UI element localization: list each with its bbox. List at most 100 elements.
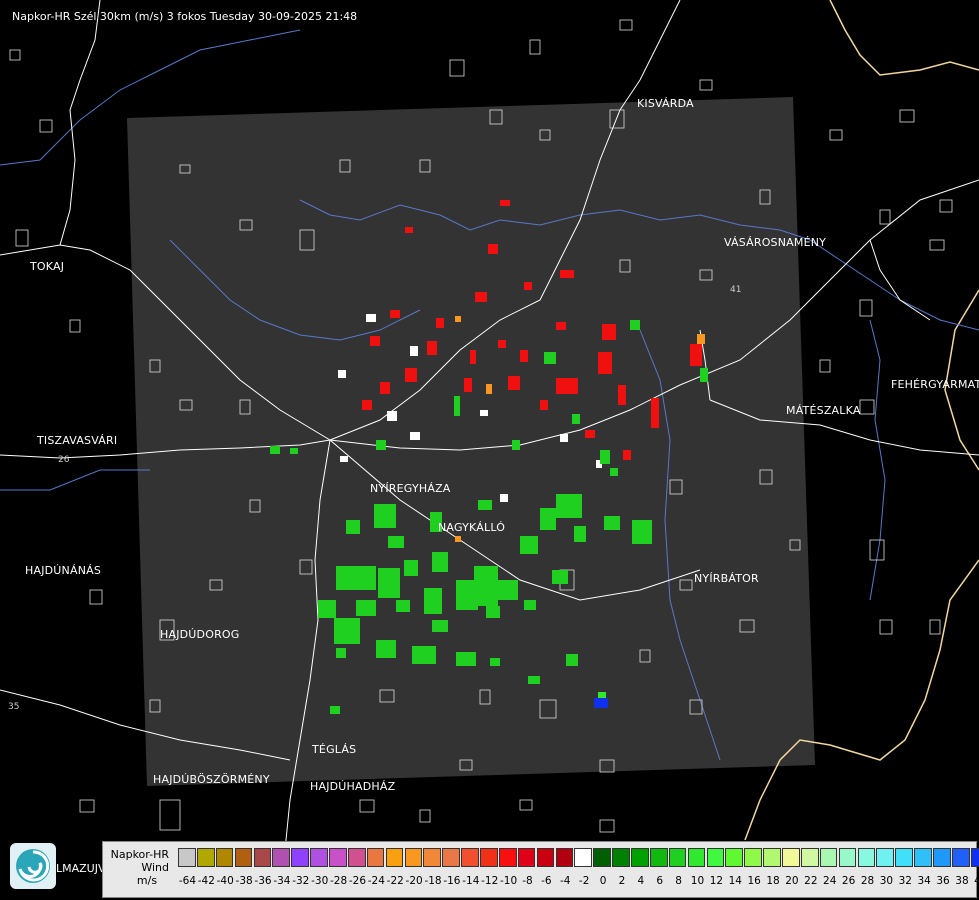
legend-swatch — [895, 848, 913, 867]
legend-tick-label: 12 — [709, 875, 724, 887]
legend-ticks: -64 -42 -40 -38 -36 -34 -32 -30 -28 -26 -24 -22 -20-… — [178, 875, 979, 889]
legend-swatch — [970, 848, 979, 867]
legend-tick-label: -38 — [235, 875, 253, 887]
legend-swatch — [480, 848, 498, 867]
map-title: Napkor-HR Szél 30km (m/s) 3 fokos Tuesda… — [12, 10, 358, 23]
legend-swatch — [612, 848, 630, 867]
legend-swatch — [366, 848, 385, 867]
city-label-nagykallo: NAGYKÁLLÓ — [438, 521, 506, 534]
napkor-swirl-logo-icon — [10, 843, 56, 889]
legend-swatch — [763, 848, 781, 867]
legend-tick-label: 0 — [599, 875, 607, 887]
legend-tick-label: 30 — [879, 875, 894, 887]
legend-tick-label: -28 — [329, 875, 348, 887]
legend-tick-label: -40 — [216, 875, 234, 887]
legend-tick-label: 38 — [955, 875, 969, 887]
legend-tick-label: 10 — [690, 875, 705, 887]
legend-swatch — [442, 848, 460, 867]
legend-tick-label: -34 — [273, 875, 291, 887]
legend-swatches — [178, 848, 979, 868]
legend-tick-label: 28 — [860, 875, 875, 887]
highway-label-41: 41 — [730, 285, 742, 295]
legend-tick-label: 24 — [823, 875, 837, 887]
legend-tick-label: -32 — [292, 875, 310, 887]
legend-swatch — [574, 848, 593, 867]
legend-swatch — [593, 848, 611, 867]
legend-swatch — [347, 848, 366, 867]
legend-swatch — [404, 848, 423, 867]
legend-tick-label: 2 — [618, 875, 626, 887]
legend-swatch — [819, 848, 838, 867]
legend-swatch — [668, 848, 687, 867]
legend-tick-label: 34 — [917, 875, 931, 887]
city-label-kisvarda: KISVÁRDA — [637, 97, 694, 110]
legend-tick-label: 8 — [675, 875, 682, 887]
city-label-hajduhadhaz: HAJDÚHADHÁZ — [310, 780, 396, 793]
legend-tick-label: 22 — [804, 875, 818, 887]
legend-tick-label: 4 — [637, 875, 645, 887]
legend-title-unit: m/s — [136, 874, 158, 887]
legend-swatch — [914, 848, 932, 867]
legend-swatch — [744, 848, 762, 867]
city-label-mateszalka: MÁTÉSZALKA — [786, 404, 861, 417]
legend-tick-label: -30 — [311, 875, 329, 887]
city-label-nyiregyhaza: NYÍREGYHÁZA — [370, 482, 451, 495]
legend-tick-label: -16 — [443, 875, 461, 887]
legend-tick-label: 18 — [766, 875, 780, 887]
city-label-hajdunanas: HAJDÚNÁNÁS — [25, 564, 102, 577]
legend-tick-label: -36 — [254, 875, 272, 887]
radar-map — [0, 0, 979, 900]
city-label-vasarosnameny: VÁSÁROSNAMÉNY — [724, 236, 827, 249]
legend-tick-label: -22 — [386, 875, 404, 887]
legend-swatch — [536, 848, 555, 867]
highway-label-26: 26 — [58, 455, 70, 465]
legend-swatch — [838, 848, 857, 867]
legend-tick-label: 16 — [747, 875, 761, 887]
legend-tick-label: -6 — [541, 875, 552, 887]
legend-swatch — [800, 848, 819, 867]
legend-swatch — [782, 848, 800, 867]
legend-tick-label: 40 — [974, 875, 979, 887]
legend-tick-label: 36 — [936, 875, 950, 887]
city-label-fehergyarmat: FEHÉRGYARMAT — [891, 378, 979, 391]
legend-swatch — [687, 848, 706, 867]
city-label-teglas: TÉGLÁS — [312, 743, 357, 756]
legend-swatch — [498, 848, 517, 867]
legend-tick-label: 20 — [785, 875, 799, 887]
legend-swatch — [253, 848, 272, 867]
legend-swatch — [272, 848, 291, 867]
legend-tick-label: -12 — [481, 875, 499, 887]
legend-swatch — [385, 848, 404, 867]
legend-swatch — [461, 848, 479, 867]
legend-swatch — [857, 848, 876, 867]
city-label-hajduboszormeny: HAJDÚBÖSZÖRMÉNY — [153, 773, 270, 786]
legend-swatch — [725, 848, 744, 867]
city-label-tiszavasvari: TISZAVASVÁRI — [37, 434, 118, 447]
legend-swatch — [196, 848, 215, 867]
radar-echo-blue — [594, 698, 608, 708]
legend-title-source: Napkor-HR — [110, 848, 169, 861]
city-label-tokaj: TOKAJ — [30, 260, 65, 273]
legend-tick-label: 14 — [728, 875, 742, 887]
highway-label-35: 35 — [8, 702, 20, 712]
wind-color-legend: Napkor-HR Wind m/s -6 4 -4 2 -40 -38 -36 -34 -32… — [102, 841, 979, 898]
legend-tick-label: 26 — [841, 875, 856, 887]
legend-swatch — [876, 848, 895, 867]
legend-swatch — [933, 848, 951, 867]
legend-tick-label: -20 — [405, 875, 423, 887]
legend-swatch — [178, 848, 196, 867]
legend-swatch — [951, 848, 970, 867]
legend-swatch — [423, 848, 442, 867]
radar-coverage-area — [127, 97, 815, 786]
legend-tick-label: 32 — [898, 875, 912, 887]
legend-swatch — [517, 848, 536, 867]
legend-tick-label: -24 — [367, 875, 385, 887]
legend-tick-label: -4 — [560, 875, 571, 887]
legend-tick-label: -2 — [578, 875, 590, 887]
legend-tick-label: -18 — [424, 875, 442, 887]
legend-title: Napkor-HR Wind m/s — [107, 848, 169, 887]
legend-tick-label: -10 — [500, 875, 518, 887]
legend-tick-label: 6 — [656, 875, 664, 887]
legend-swatch — [329, 848, 347, 867]
legend-swatch — [215, 848, 234, 867]
